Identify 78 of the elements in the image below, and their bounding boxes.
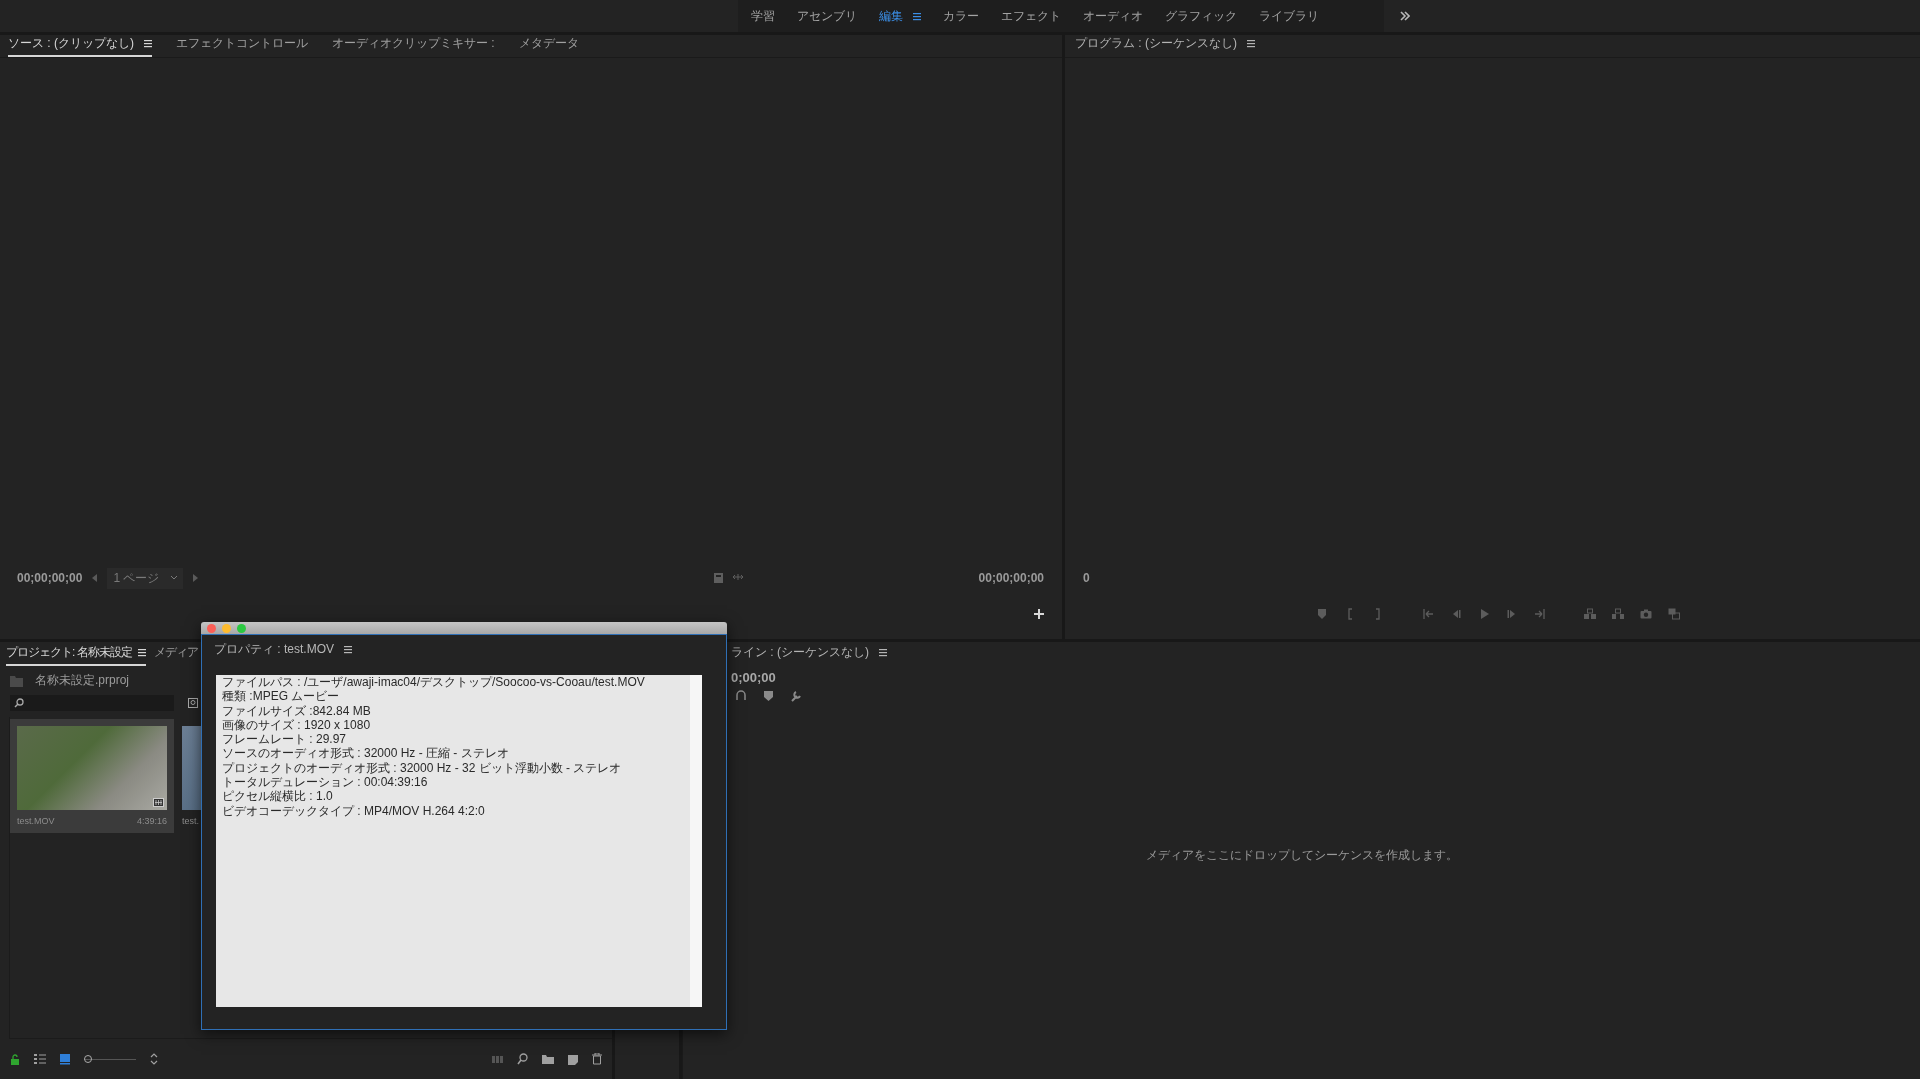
next-arrow-icon[interactable] <box>193 574 199 582</box>
minimize-button[interactable] <box>222 623 231 633</box>
overflow-chevron-icon[interactable] <box>1400 11 1410 21</box>
menu-icon[interactable] <box>1247 39 1255 48</box>
list-view-icon[interactable] <box>34 1053 46 1065</box>
find-bin-icon[interactable] <box>188 698 198 708</box>
workspace-tab[interactable]: ライブラリ <box>1252 7 1326 25</box>
search-icon[interactable] <box>517 1053 528 1065</box>
sort-icon[interactable] <box>150 1053 158 1065</box>
new-item-icon[interactable] <box>568 1053 578 1065</box>
zoom-button[interactable] <box>237 623 246 633</box>
menu-icon[interactable] <box>344 644 352 654</box>
property-line: ビデオコーデックタイプ : MP4/MOV H.264 4:2:0 <box>222 803 486 818</box>
timecode: 00;00;00;00 <box>978 571 1044 585</box>
clip-name: test. <box>182 816 199 826</box>
fit-icon[interactable] <box>733 573 743 581</box>
folder-icon <box>10 674 23 687</box>
property-line: ピクセル縦横比 : 1.0 <box>222 789 334 804</box>
workspace-tab[interactable]: エフェクト <box>994 7 1068 25</box>
property-line: 種類 :MPEG ムービー <box>222 689 341 704</box>
property-line: 画像のサイズ : 1920 x 1080 <box>222 717 372 733</box>
camera-icon[interactable] <box>1639 608 1652 620</box>
add-marker-icon[interactable] <box>763 690 774 701</box>
workspace-tab[interactable]: 編集 <box>872 7 928 25</box>
previous-arrow-icon[interactable] <box>92 574 98 582</box>
linked-selection-icon[interactable] <box>735 690 747 701</box>
panel-tab[interactable]: オーディオクリップミキサー : <box>332 35 495 57</box>
panel-tab[interactable]: エフェクトコントロール <box>176 35 308 57</box>
plus-icon[interactable] <box>1034 609 1044 619</box>
go-to-out-icon[interactable] <box>1533 608 1546 620</box>
property-line: ファイルパス : /ユーザ/awaji-imac04/デスクトップ/Soocoo-vs-Cooau/test.MOV <box>222 675 646 690</box>
scrollbar[interactable] <box>690 675 702 1007</box>
lock-icon[interactable] <box>10 1053 20 1065</box>
drop-hint-text: メディアをここにドロップしてシーケンスを作成します。 <box>1145 847 1458 864</box>
project-file-name: 名称未設定.prproj <box>35 672 129 689</box>
extract-icon[interactable] <box>1611 608 1624 620</box>
menu-icon[interactable] <box>137 648 146 657</box>
property-line: トータルデュレーション : 00:04:39:16 <box>222 775 429 790</box>
search-icon <box>14 698 24 708</box>
timecode[interactable]: 0 <box>1083 571 1090 585</box>
workspace-tab[interactable]: アセンブリ <box>790 7 864 25</box>
clip-name: test.MOV <box>17 816 55 826</box>
marker-icon[interactable] <box>1315 608 1328 620</box>
panel-title[interactable]: プログラム : (シーケンスなし) <box>1075 35 1255 57</box>
automate-icon[interactable] <box>492 1053 503 1065</box>
film-icon[interactable] <box>714 573 723 583</box>
workspace-tab[interactable]: カラー <box>936 7 986 25</box>
wrench-icon[interactable] <box>790 690 802 702</box>
close-button[interactable] <box>207 623 216 633</box>
workspace-tab[interactable]: 学習 <box>744 7 782 25</box>
chevron-icon <box>171 576 178 580</box>
menu-icon[interactable] <box>144 39 152 48</box>
icon-view-icon[interactable] <box>60 1053 70 1065</box>
compare-icon[interactable] <box>1667 608 1680 620</box>
dialog-title: プロパティ : test.MOV <box>214 640 334 658</box>
dialog-title-bar[interactable] <box>201 622 727 634</box>
folder-icon[interactable] <box>542 1053 554 1065</box>
property-line: フレームレート : 29.97 <box>222 732 348 747</box>
timecode[interactable]: 00;00;00;00 <box>17 571 83 585</box>
clip-duration: 4:39:16 <box>136 816 167 826</box>
timecode[interactable]: 0;00;00 <box>731 670 776 685</box>
property-line: ファイルサイズ :842.84 MB <box>222 703 372 718</box>
workspace-tab[interactable]: オーディオ <box>1076 7 1150 25</box>
lift-icon[interactable] <box>1583 608 1596 620</box>
menu-icon[interactable] <box>879 648 887 657</box>
panel-tab[interactable]: プロジェクト: 名称未設定 <box>6 644 146 666</box>
go-to-in-icon[interactable] <box>1421 608 1434 620</box>
menu-icon[interactable] <box>913 11 921 21</box>
panel-tab[interactable]: メディア <box>153 644 198 666</box>
property-line: ソースのオーディオ形式 : 32000 Hz - 圧縮 - ステレオ <box>222 746 510 761</box>
workspace-tab[interactable]: グラフィック <box>1158 7 1244 25</box>
panel-title[interactable]: ライン : (シーケンスなし) <box>731 644 887 666</box>
search-field[interactable] <box>10 695 174 711</box>
property-line: プロジェクトのオーディオ形式 : 32000 Hz - 32 ビット浮動小数 - ステレオ <box>222 760 623 776</box>
panel-tab[interactable]: ソース : (クリップなし) <box>8 35 152 57</box>
trash-icon[interactable] <box>592 1053 602 1065</box>
panel-tab[interactable]: メタデータ <box>518 35 579 57</box>
clip-type-icon <box>153 798 164 807</box>
